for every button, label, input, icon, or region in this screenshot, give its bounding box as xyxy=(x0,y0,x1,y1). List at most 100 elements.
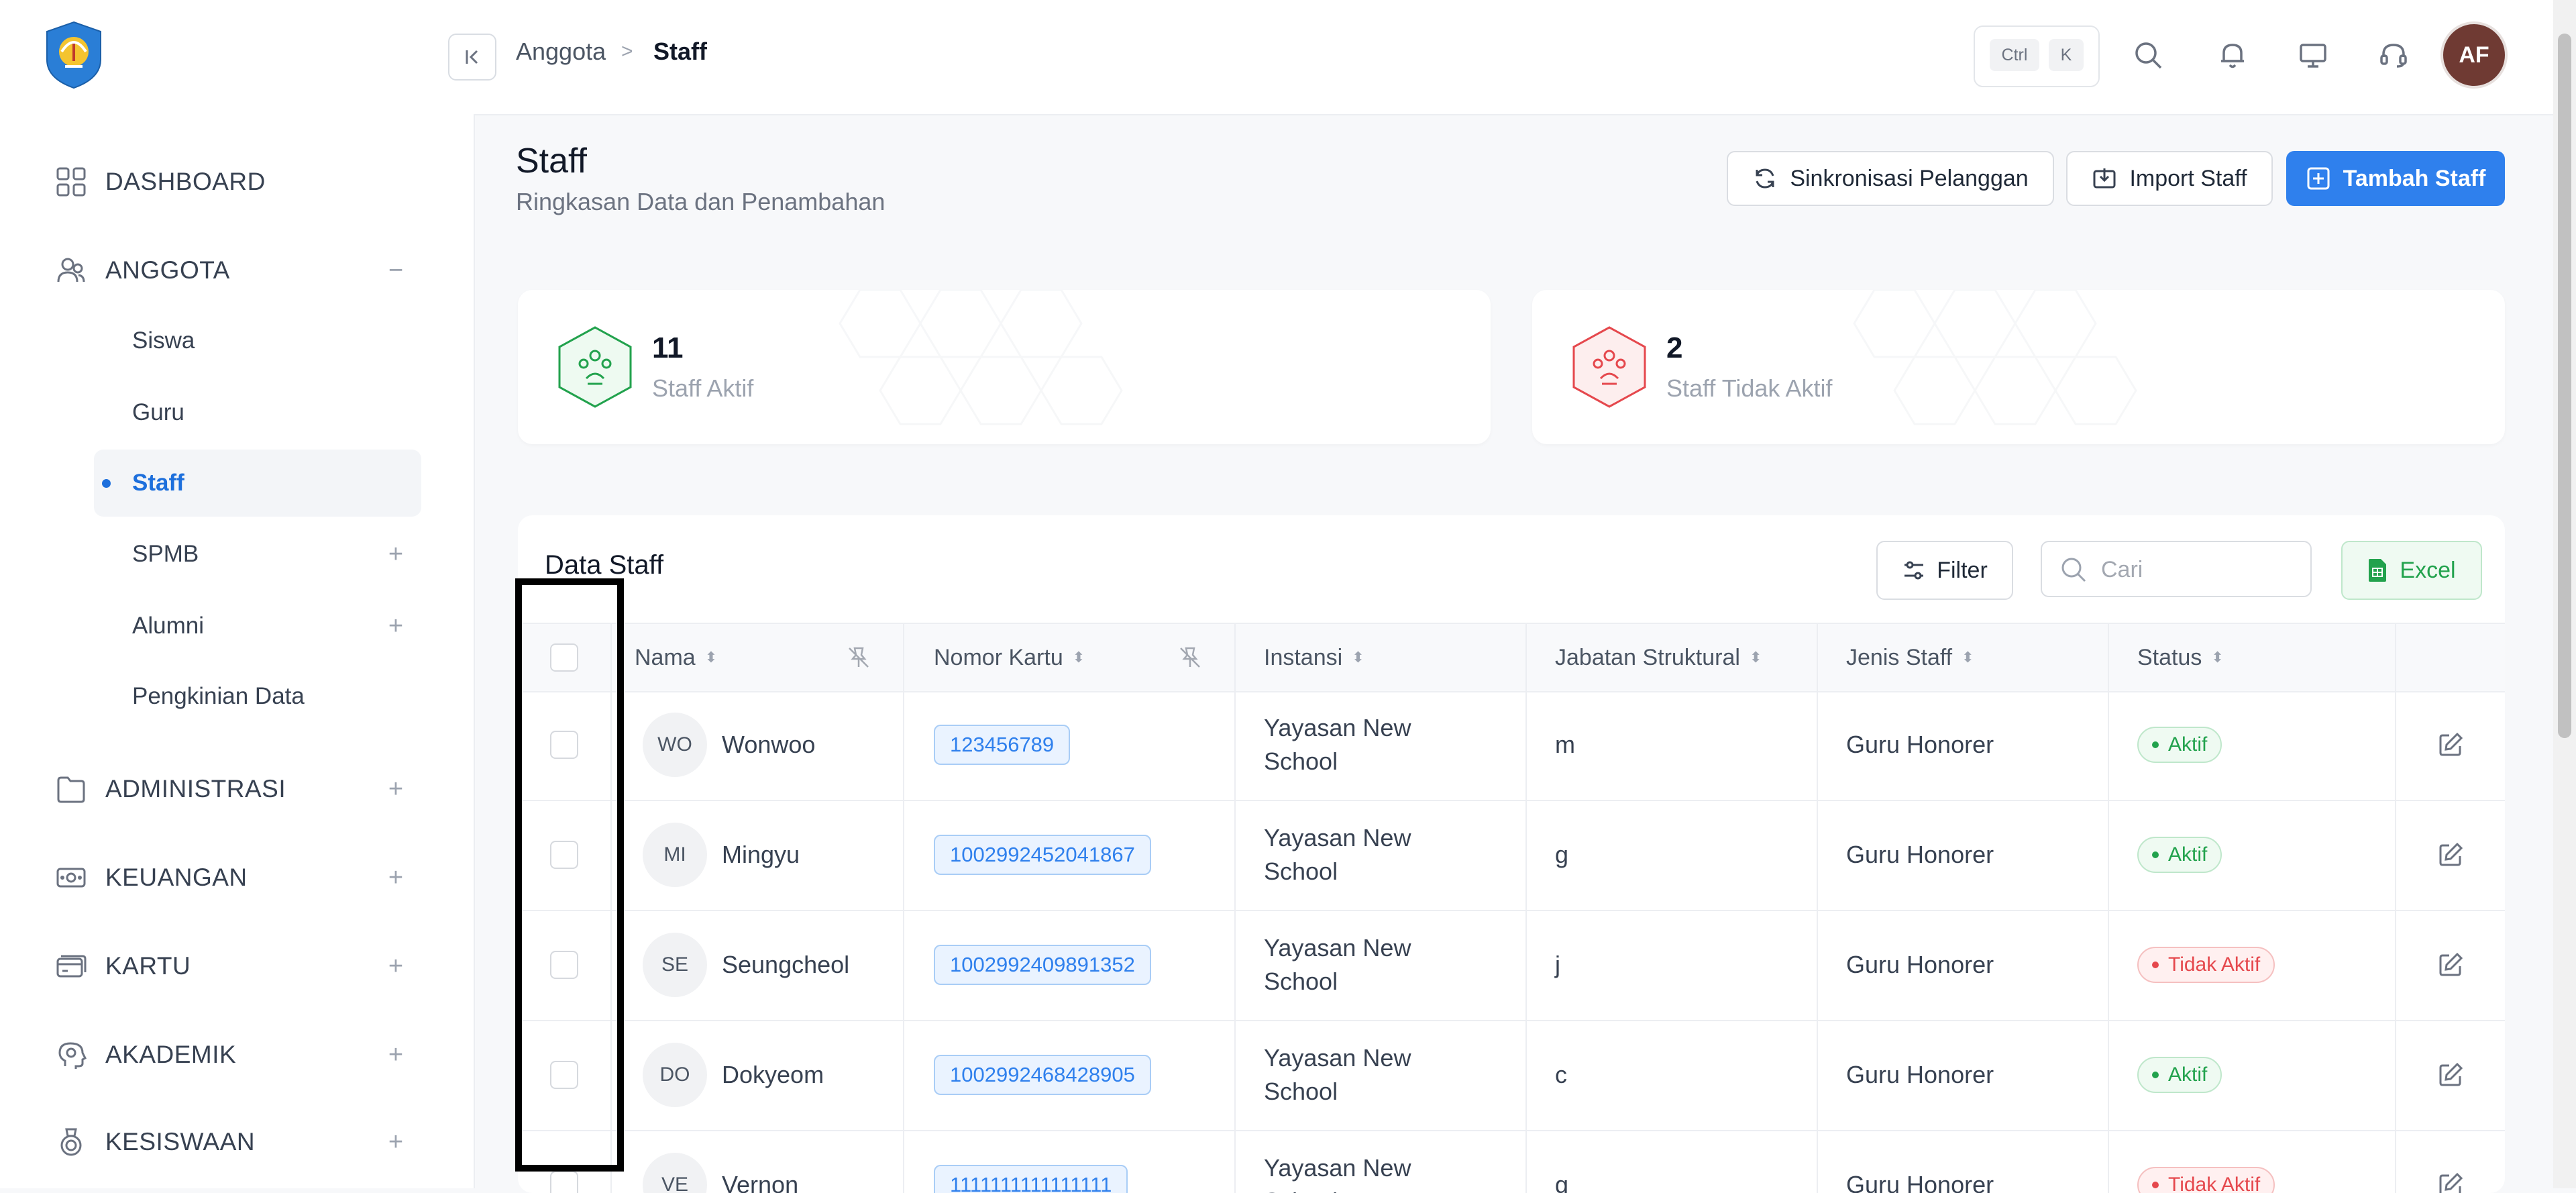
active-dot-icon xyxy=(102,478,111,488)
hexagon-pattern-icon xyxy=(1853,290,2137,425)
nav-kesiswaan[interactable]: KESISWAAN + xyxy=(0,1115,474,1169)
search-box xyxy=(2041,541,2312,597)
command-palette-shortcut[interactable]: Ctrl K xyxy=(1974,25,2100,87)
col-jabatan-struktural[interactable]: Jabatan Struktural ⬍ xyxy=(1527,624,1818,691)
sort-icon[interactable]: ⬍ xyxy=(1750,649,1762,666)
breadcrumb-anggota[interactable]: Anggota xyxy=(516,38,606,66)
edit-icon[interactable] xyxy=(2437,731,2464,758)
search-icon xyxy=(2061,558,2086,582)
spreadsheet-icon xyxy=(2369,559,2387,582)
col-nomor-kartu[interactable]: Nomor Kartu ⬍ xyxy=(904,624,1236,691)
add-label: Tambah Staff xyxy=(2343,165,2486,191)
edit-icon[interactable] xyxy=(2437,1172,2464,1193)
expand-icon[interactable]: + xyxy=(384,865,408,890)
edit-icon[interactable] xyxy=(2437,841,2464,868)
sort-icon[interactable]: ⬍ xyxy=(705,649,717,666)
grid-icon xyxy=(54,164,89,199)
sort-icon[interactable]: ⬍ xyxy=(1962,649,1974,666)
instansi-line1: Yayasan New xyxy=(1264,1044,1411,1072)
bell-icon[interactable] xyxy=(2215,36,2250,74)
sub-label: Alumni xyxy=(132,613,204,639)
excel-export-button[interactable]: Excel xyxy=(2341,541,2482,600)
page-scrollbar[interactable] xyxy=(2553,0,2576,1188)
card-number-tag: 1002992468428905 xyxy=(934,1055,1151,1095)
kbd-ctrl: Ctrl xyxy=(1990,39,2039,71)
table-row[interactable]: SE Seungcheol 1002992409891352 Yayasan Ne… xyxy=(518,910,2505,1021)
jabatan-cell: c xyxy=(1527,1020,1818,1130)
filter-button[interactable]: Filter xyxy=(1876,541,2013,600)
collapse-sidebar-button[interactable] xyxy=(448,34,496,81)
expand-icon[interactable]: + xyxy=(384,776,408,802)
col-instansi[interactable]: Instansi ⬍ xyxy=(1236,624,1527,691)
nav-label: DASHBOARD xyxy=(105,168,266,195)
col-status[interactable]: Status ⬍ xyxy=(2109,624,2396,691)
sort-icon[interactable]: ⬍ xyxy=(1352,649,1364,666)
instansi-line1: Yayasan New xyxy=(1264,934,1411,962)
row-checkbox[interactable] xyxy=(550,1171,578,1193)
jabatan-cell: g xyxy=(1527,1130,1818,1193)
card-number-tag: 1002992409891352 xyxy=(934,945,1151,985)
nav-akademik[interactable]: AKADEMIK + xyxy=(0,1028,474,1082)
expand-icon[interactable]: + xyxy=(384,953,408,979)
sidebar-item-spmb[interactable]: SPMB + xyxy=(94,521,421,588)
sub-label: Pengkinian Data xyxy=(132,683,305,709)
col-jenis-staff[interactable]: Jenis Staff ⬍ xyxy=(1818,624,2109,691)
sort-icon[interactable]: ⬍ xyxy=(1073,649,1085,666)
nav-kartu[interactable]: KARTU + xyxy=(0,939,474,993)
table-row[interactable]: MI Mingyu 1002992452041867 Yayasan New Sch… xyxy=(518,800,2505,911)
edit-icon[interactable] xyxy=(2437,951,2464,978)
add-staff-button[interactable]: Tambah Staff xyxy=(2286,151,2505,206)
status-cell: Tidak Aktif xyxy=(2109,1130,2396,1193)
expand-icon[interactable]: + xyxy=(384,1042,408,1068)
avatar: VE xyxy=(643,1153,707,1193)
import-label: Import Staff xyxy=(2129,165,2247,191)
col-label: Jenis Staff xyxy=(1846,644,1953,670)
expand-icon[interactable]: + xyxy=(384,541,408,567)
tut-wuri-handayani-logo[interactable] xyxy=(38,19,109,91)
expand-icon[interactable]: + xyxy=(384,613,408,639)
unpin-icon[interactable] xyxy=(847,645,871,670)
nav-anggota[interactable]: ANGGOTA − xyxy=(0,244,474,297)
table-row[interactable]: VE Vernon 1111111111111111 Yayasan New Sch… xyxy=(518,1130,2505,1193)
table-row[interactable]: WO Wonwoo 123456789 Yayasan New School m G… xyxy=(518,690,2505,801)
scrollbar-thumb[interactable] xyxy=(2558,34,2571,738)
highlight-box xyxy=(515,578,624,1172)
user-avatar[interactable]: AF xyxy=(2443,24,2505,86)
expand-icon[interactable]: + xyxy=(384,1129,408,1155)
sidebar-item-pengkinian-data[interactable]: Pengkinian Data xyxy=(94,663,421,730)
breadcrumb-separator: > xyxy=(621,40,633,62)
status-badge: Aktif xyxy=(2137,727,2222,763)
nav-keuangan[interactable]: KEUANGAN + xyxy=(0,851,474,904)
sort-icon[interactable]: ⬍ xyxy=(2211,649,2223,666)
sidebar-item-siswa[interactable]: Siswa xyxy=(94,307,421,374)
nav-administrasi[interactable]: ADMINISTRASI + xyxy=(0,762,474,816)
instansi-line1: Yayasan New xyxy=(1264,1154,1411,1182)
sub-label: Guru xyxy=(132,399,184,425)
nav-dashboard[interactable]: DASHBOARD xyxy=(0,155,474,209)
search-input[interactable] xyxy=(2100,552,2297,588)
staff-name: Vernon xyxy=(722,1171,799,1193)
headset-icon[interactable] xyxy=(2376,36,2411,74)
instansi-cell: Yayasan New School xyxy=(1236,1020,1527,1130)
unpin-icon[interactable] xyxy=(1178,645,1202,670)
import-staff-button[interactable]: Import Staff xyxy=(2066,151,2273,206)
col-label: Nama xyxy=(635,644,696,670)
monitor-icon[interactable] xyxy=(2296,36,2330,74)
add-square-icon xyxy=(2307,167,2330,190)
col-label: Jabatan Struktural xyxy=(1555,644,1740,670)
status-cell: Aktif xyxy=(2109,1020,2396,1130)
sidebar-item-staff[interactable]: Staff xyxy=(94,450,421,517)
card-cell: 1002992452041867 xyxy=(904,800,1236,910)
data-staff-panel: Data Staff Filter Excel Nama ⬍ Nomor Kart… xyxy=(518,515,2505,1193)
table-row[interactable]: DO Dokyeom 1002992468428905 Yayasan New Sc… xyxy=(518,1020,2505,1131)
edit-icon[interactable] xyxy=(2437,1061,2464,1088)
name-cell: DO Dokyeom xyxy=(612,1020,904,1130)
col-nama[interactable]: Nama ⬍ xyxy=(612,624,904,691)
sync-customer-button[interactable]: Sinkronisasi Pelanggan xyxy=(1727,151,2054,206)
collapse-icon[interactable]: − xyxy=(384,258,408,283)
avatar: WO xyxy=(643,713,707,777)
staff-name: Mingyu xyxy=(722,841,800,868)
sidebar-item-guru[interactable]: Guru xyxy=(94,379,421,446)
sidebar-item-alumni[interactable]: Alumni + xyxy=(94,592,421,660)
search-icon[interactable] xyxy=(2131,36,2165,74)
